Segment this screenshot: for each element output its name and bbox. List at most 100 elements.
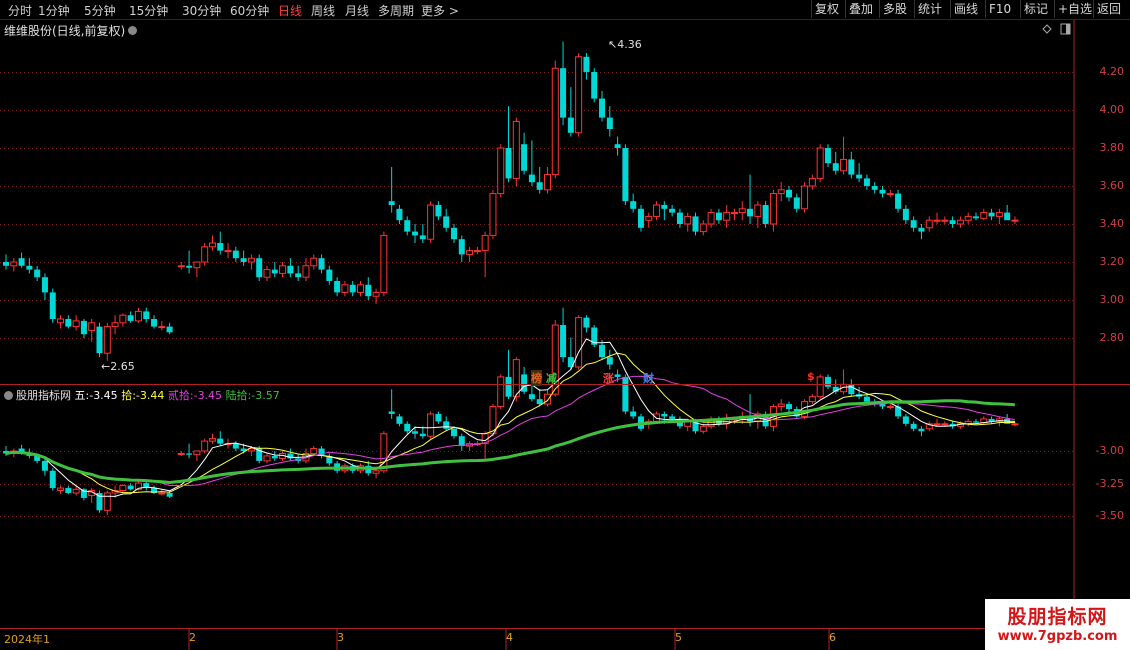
candle: [481, 231, 489, 278]
candle: [419, 224, 426, 243]
candle: [3, 254, 9, 270]
candle-body: [630, 201, 637, 209]
ind-value-20: -3.45: [193, 389, 223, 402]
candle: [816, 374, 824, 400]
candle-body: [902, 416, 909, 424]
candle-body: [575, 56, 583, 134]
candle-body: [72, 488, 80, 494]
candle: [956, 216, 964, 228]
candle: [443, 416, 450, 432]
candle: [287, 448, 294, 461]
candle-body: [933, 423, 941, 426]
candles-indicator: [3, 307, 1019, 516]
candle-body: [707, 212, 715, 225]
candle-body: [481, 234, 489, 252]
dropdown-circle-icon[interactable]: [128, 26, 138, 35]
kline-chart[interactable]: [0, 0, 1130, 650]
date-label: 3: [337, 631, 344, 644]
candle: [840, 136, 848, 175]
candle-body: [879, 404, 886, 407]
candle: [715, 208, 722, 224]
candle-body: [186, 265, 193, 268]
event-marker-finance[interactable]: 财: [643, 370, 654, 386]
candle-body: [458, 239, 465, 255]
candle-body: [201, 246, 209, 263]
candle: [762, 201, 769, 228]
candle: [134, 307, 142, 323]
candle-body: [263, 455, 271, 462]
candle-body: [419, 235, 426, 240]
candle: [450, 224, 457, 243]
candle-body: [871, 186, 878, 190]
candle: [1004, 205, 1011, 221]
candle: [551, 60, 559, 179]
candle-body: [902, 208, 909, 221]
candle-body: [103, 492, 111, 511]
candle-body: [669, 416, 676, 419]
candle-body: [443, 216, 450, 228]
candle-body: [65, 488, 72, 493]
candle-body: [151, 319, 158, 327]
candle: [808, 394, 816, 405]
candle: [497, 144, 505, 198]
candle: [1011, 216, 1019, 224]
watermark-logo: 股朋指标网 www.7gpzb.com: [985, 599, 1130, 650]
candle-body: [512, 120, 520, 179]
price-tick: 3.20: [1099, 255, 1125, 268]
candle-body: [886, 406, 894, 409]
indicator-name: 股朋指标网: [16, 389, 71, 402]
candle: [910, 216, 917, 232]
candle: [458, 433, 465, 451]
candle-body: [980, 212, 988, 219]
candle-body: [88, 322, 96, 331]
candle-body: [119, 314, 127, 324]
candles-main: [3, 41, 1019, 361]
candle: [318, 254, 325, 274]
candle: [412, 224, 419, 243]
candle-body: [166, 492, 173, 497]
candle-body: [730, 212, 738, 215]
candle-body: [427, 413, 435, 437]
candle-body: [310, 257, 318, 267]
ind-value-60: -3.57: [251, 389, 280, 402]
candle-body: [435, 413, 442, 422]
candle: [856, 386, 863, 400]
candle-body: [614, 144, 621, 148]
event-marker-reduce[interactable]: 减: [546, 370, 557, 386]
candle: [886, 189, 894, 198]
candle: [134, 480, 142, 491]
candle: [365, 277, 372, 300]
candle: [786, 186, 792, 202]
candle: [925, 216, 933, 232]
candle-body: [49, 470, 56, 489]
candle: [575, 315, 583, 370]
candle-body: [497, 376, 505, 408]
date-label: 2024年1: [4, 633, 50, 646]
candle-body: [793, 197, 800, 209]
candle: [72, 315, 80, 331]
candle: [816, 144, 824, 183]
candle: [458, 235, 465, 262]
candle: [606, 106, 613, 137]
candle-body: [427, 204, 435, 240]
candle: [645, 212, 653, 228]
candle: [256, 254, 263, 281]
indicator-circle-icon[interactable]: [4, 390, 13, 400]
candle: [356, 281, 364, 297]
candle-body: [512, 359, 520, 398]
candle: [567, 87, 574, 137]
event-marker-rank[interactable]: 榜: [531, 370, 542, 386]
candle-body: [466, 250, 474, 255]
candle: [279, 262, 287, 278]
candle-body: [435, 205, 442, 217]
candle-body: [762, 205, 769, 224]
candle-body: [777, 189, 785, 195]
price-tick: 4.00: [1099, 103, 1125, 116]
candle-body: [193, 261, 201, 269]
candle-body: [443, 421, 450, 429]
candle: [466, 441, 474, 451]
event-marker-dollar[interactable]: $: [807, 370, 815, 383]
event-marker-rise[interactable]: 涨: [603, 370, 614, 386]
candle: [925, 421, 933, 432]
candle-body: [692, 216, 699, 232]
